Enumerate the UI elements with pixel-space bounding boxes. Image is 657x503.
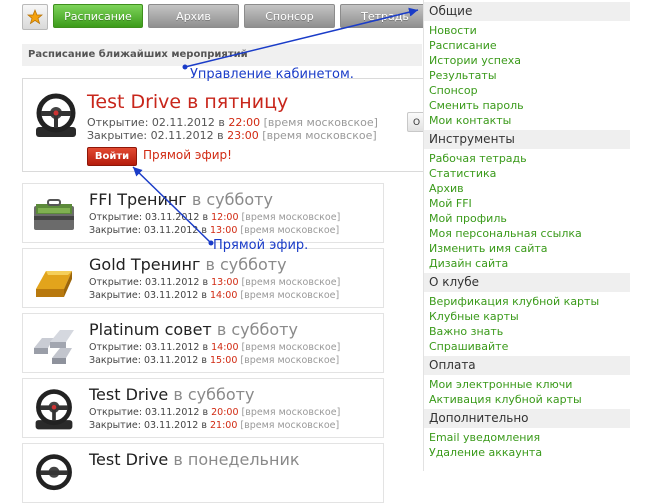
annotation-live: Прямой эфир. bbox=[213, 238, 309, 253]
annotation-cabinet: Управление кабинетом. bbox=[190, 67, 354, 82]
